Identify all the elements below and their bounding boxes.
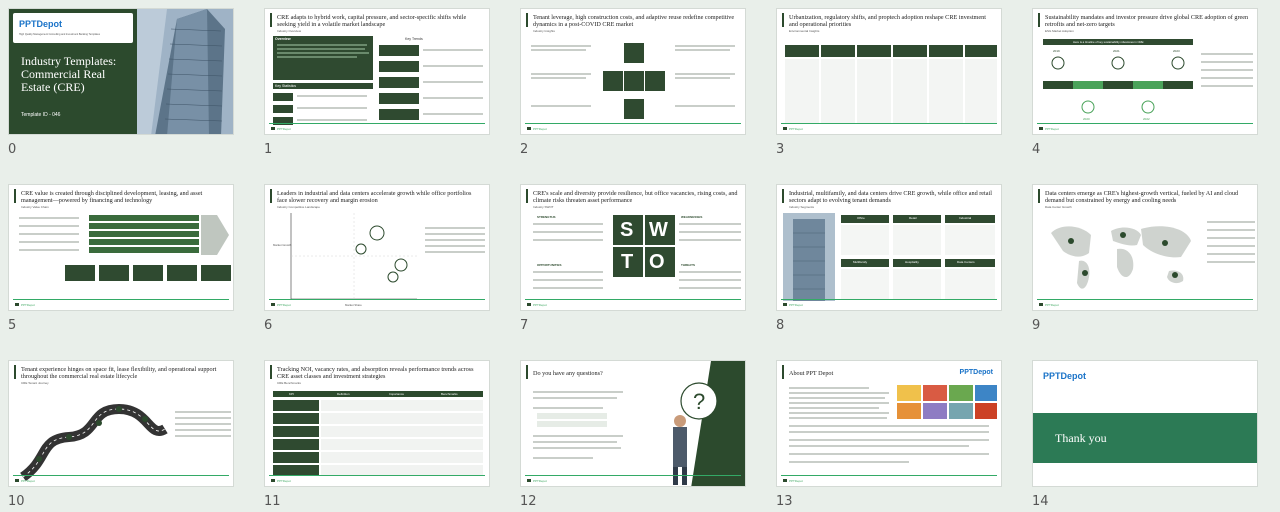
slide-cell-6[interactable]: Leaders in industrial and data centers a… xyxy=(256,176,492,336)
slide-thumbnail-14[interactable]: PPTDepot Thank you xyxy=(1032,360,1258,487)
brand-logo: PPTDepot xyxy=(19,19,63,29)
slide-title: Tenant leverage, high construction costs… xyxy=(533,14,735,28)
slide-cell-9[interactable]: Data centers emerge as CRE's highest-gro… xyxy=(1024,176,1260,336)
slide-cell-12[interactable]: Do you have any questions? ? PPTDepot 12 xyxy=(512,352,748,512)
slide-number: 10 xyxy=(8,494,25,509)
slide-cell-3[interactable]: Urbanization, regulatory shifts, and pro… xyxy=(768,0,1004,160)
slide-sorter-grid: PPTDepot High Quality Management Consult… xyxy=(0,0,1280,512)
slide-thumbnail-10[interactable]: Tenant experience hinges on space fit, l… xyxy=(8,360,234,487)
slide-cell-0[interactable]: PPTDepot High Quality Management Consult… xyxy=(0,0,236,160)
slide-number: 14 xyxy=(1032,494,1049,509)
slide-number: 1 xyxy=(264,142,273,157)
building-image xyxy=(137,9,233,134)
slide-number: 13 xyxy=(776,494,793,509)
slide-thumbnail-2[interactable]: Tenant leverage, high construction costs… xyxy=(520,8,746,135)
slide-title: CRE value is created through disciplined… xyxy=(21,190,203,204)
building-image xyxy=(783,213,835,301)
template-previews xyxy=(897,385,997,421)
slide-number: 8 xyxy=(776,318,785,333)
slide-thumbnail-9[interactable]: Data centers emerge as CRE's highest-gro… xyxy=(1032,184,1258,311)
bubble-matrix xyxy=(290,213,417,300)
slide-thumbnail-3[interactable]: Urbanization, regulatory shifts, and pro… xyxy=(776,8,1002,135)
slide-title: Tracking NOI, vacancy rates, and absorpt… xyxy=(277,366,474,380)
slide-number: 11 xyxy=(264,494,281,509)
slide-cell-13[interactable]: About PPT Depot PPTDepot PPTDepot 13 xyxy=(768,352,1004,512)
slide-title: Tenant experience hinges on space fit, l… xyxy=(21,366,217,380)
brand-logo: PPTDepot xyxy=(959,369,993,376)
slide-number: 0 xyxy=(8,142,17,157)
slide-number: 5 xyxy=(8,318,17,333)
slide-number: 3 xyxy=(776,142,785,157)
slide-thumbnail-12[interactable]: Do you have any questions? ? PPTDepot xyxy=(520,360,746,487)
slide-cell-2[interactable]: Tenant leverage, high construction costs… xyxy=(512,0,748,160)
slide-thumbnail-5[interactable]: CRE value is created through disciplined… xyxy=(8,184,234,311)
slide-title: CRE adapts to hybrid work, capital press… xyxy=(277,14,467,28)
slide-cell-14[interactable]: PPTDepot Thank you 14 xyxy=(1024,352,1260,512)
world-map xyxy=(1041,213,1201,303)
slide-title: CRE's scale and diversity provide resili… xyxy=(533,190,738,204)
timeline xyxy=(1043,56,1193,114)
slide-cell-1[interactable]: CRE adapts to hybrid work, capital press… xyxy=(256,0,492,160)
slide-title: Urbanization, regulatory shifts, and pro… xyxy=(789,14,986,28)
slide-cell-5[interactable]: CRE value is created through disciplined… xyxy=(0,176,236,336)
slide-cell-10[interactable]: Tenant experience hinges on space fit, l… xyxy=(0,352,236,512)
svg-text:?: ? xyxy=(693,389,705,414)
slide-cell-8[interactable]: Industrial, multifamily, and data center… xyxy=(768,176,1004,336)
slide-number: 6 xyxy=(264,318,273,333)
slide-cell-11[interactable]: Tracking NOI, vacancy rates, and absorpt… xyxy=(256,352,492,512)
slide-thumbnail-11[interactable]: Tracking NOI, vacancy rates, and absorpt… xyxy=(264,360,490,487)
slide-cell-7[interactable]: CRE's scale and diversity provide resili… xyxy=(512,176,748,336)
slide-title: Leaders in industrial and data centers a… xyxy=(277,190,472,204)
slide-title: Thank you xyxy=(1055,431,1107,445)
logo-panel: PPTDepot High Quality Management Consult… xyxy=(13,13,133,43)
slide-thumbnail-4[interactable]: Sustainability mandates and investor pre… xyxy=(1032,8,1258,135)
slide-number: 9 xyxy=(1032,318,1041,333)
question-illustration: ? xyxy=(673,361,745,486)
slide-number: 2 xyxy=(520,142,529,157)
slide-thumbnail-7[interactable]: CRE's scale and diversity provide resili… xyxy=(520,184,746,311)
slide-title: Industry Templates: Commercial Real Esta… xyxy=(21,54,117,94)
slide-title: Industrial, multifamily, and data center… xyxy=(789,190,992,204)
slide-title: Data centers emerge as CRE's highest-gro… xyxy=(1045,190,1239,204)
slide-thumbnail-1[interactable]: CRE adapts to hybrid work, capital press… xyxy=(264,8,490,135)
slide-thumbnail-0[interactable]: PPTDepot High Quality Management Consult… xyxy=(8,8,234,135)
slide-title: Sustainability mandates and investor pre… xyxy=(1045,14,1249,28)
slide-number: 12 xyxy=(520,494,537,509)
slide-number: 7 xyxy=(520,318,529,333)
slide-thumbnail-13[interactable]: About PPT Depot PPTDepot PPTDepot xyxy=(776,360,1002,487)
slide-thumbnail-8[interactable]: Industrial, multifamily, and data center… xyxy=(776,184,1002,311)
slide-thumbnail-6[interactable]: Leaders in industrial and data centers a… xyxy=(264,184,490,311)
slide-cell-4[interactable]: Sustainability mandates and investor pre… xyxy=(1024,0,1260,160)
road-journey xyxy=(19,403,168,481)
brand-logo: PPTDepot xyxy=(1043,371,1087,381)
slide-number: 4 xyxy=(1032,142,1041,157)
